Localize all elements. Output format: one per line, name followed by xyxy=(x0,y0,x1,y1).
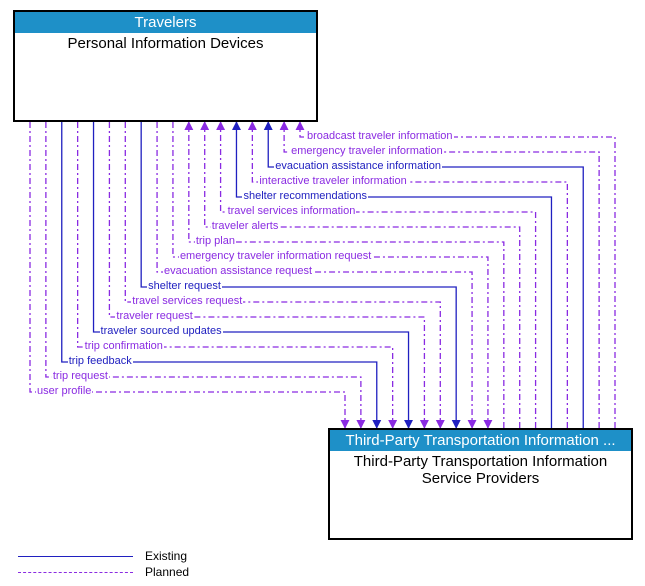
flow-label: shelter recommendations xyxy=(242,190,368,202)
flow-label: broadcast traveler information xyxy=(306,130,454,142)
flow-label: emergency traveler information request xyxy=(179,250,372,262)
node-thirdparty-header: Third-Party Transportation Information .… xyxy=(330,430,631,451)
legend: Existing Planned xyxy=(18,548,189,580)
legend-label-existing: Existing xyxy=(145,549,187,563)
flow-label: trip plan xyxy=(195,235,236,247)
node-travelers: Travelers Personal Information Devices xyxy=(13,10,318,122)
flow-label: emergency traveler information xyxy=(290,145,444,157)
flow-label: evacuation assistance request xyxy=(163,265,313,277)
flow-label: shelter request xyxy=(147,280,222,292)
flow-label: evacuation assistance information xyxy=(274,160,442,172)
flow-label: trip request xyxy=(52,370,109,382)
flow-label: traveler alerts xyxy=(211,220,280,232)
diagram-canvas: { "boxes": { "top": { "header": "Travele… xyxy=(0,0,645,586)
flow-label: traveler sourced updates xyxy=(100,325,223,337)
node-thirdparty: Third-Party Transportation Information .… xyxy=(328,428,633,540)
node-thirdparty-body: Third-Party Transportation Information S… xyxy=(330,451,631,489)
flow-label: traveler request xyxy=(115,310,193,322)
flow-label: user profile xyxy=(36,385,92,397)
node-travelers-header: Travelers xyxy=(15,12,316,33)
flow-label: trip feedback xyxy=(68,355,133,367)
legend-line-planned xyxy=(18,572,133,573)
flow-label: interactive traveler information xyxy=(258,175,407,187)
legend-label-planned: Planned xyxy=(145,565,189,579)
legend-existing: Existing xyxy=(18,548,189,564)
flow-label: travel services request xyxy=(131,295,243,307)
flow-label: travel services information xyxy=(227,205,357,217)
flow-label: trip confirmation xyxy=(84,340,164,352)
legend-line-existing xyxy=(18,556,133,557)
node-travelers-body: Personal Information Devices xyxy=(15,33,316,54)
legend-planned: Planned xyxy=(18,564,189,580)
